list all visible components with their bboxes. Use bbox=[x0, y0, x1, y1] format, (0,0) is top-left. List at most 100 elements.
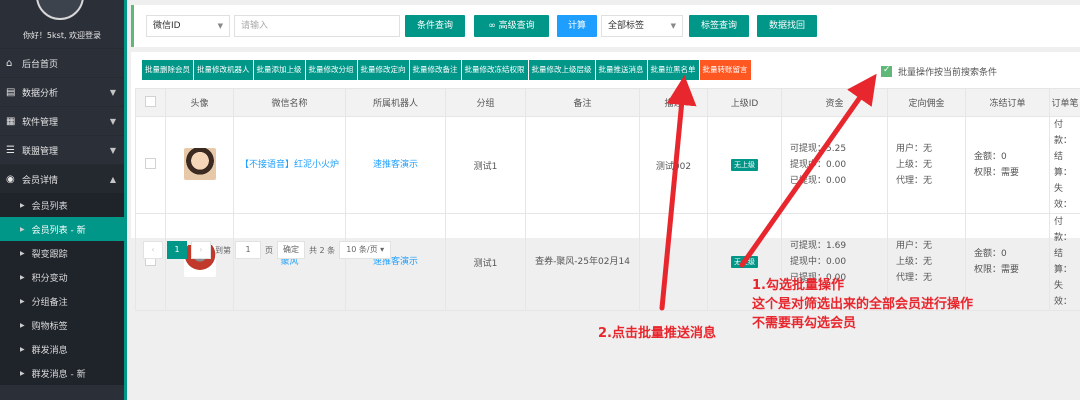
page-number-input[interactable]: 1 bbox=[235, 241, 261, 259]
nav-item-alliance[interactable]: ☰ 联盟管理 ▼ bbox=[0, 135, 124, 164]
list-icon: ☰ bbox=[6, 144, 15, 156]
batch-add-parent-button[interactable]: 批量添加上级 bbox=[253, 60, 305, 80]
nav-item-members[interactable]: ◉ 会员详情 ▲ bbox=[0, 164, 124, 193]
table-header-row: 头像 微信名称 所属机器人 分组 备注 描述 上级ID 资金 定向佣金 冻结订单… bbox=[135, 88, 1080, 117]
tag-query-button[interactable]: 标签查询 bbox=[689, 15, 749, 37]
calc-button[interactable]: 计算 bbox=[557, 15, 597, 37]
batch-blacklist-button[interactable]: 批量拉黑名单 bbox=[647, 60, 699, 80]
row-checkbox-cell[interactable] bbox=[135, 213, 166, 311]
sidebar-item-mass-message[interactable]: ▶ 群发消息 bbox=[0, 337, 124, 361]
batch-toolbar: 批量删除会员 批量修改机器人 批量添加上级 批量修改分组 批量修改定向 批量修改… bbox=[142, 60, 752, 80]
home-icon: ⌂ bbox=[6, 57, 13, 69]
search-panel: 微信ID ▼ 请输入 条件查询 ∞ 高级查询 计算 全部标签 ▼ 标签查询 数据找回 bbox=[131, 5, 1080, 47]
advanced-query-button[interactable]: ∞ 高级查询 bbox=[474, 15, 549, 37]
page-unit-label: 页 bbox=[265, 245, 273, 255]
orders-settled: 结算： bbox=[1054, 152, 1073, 178]
robot-link[interactable]: 速推客演示 bbox=[373, 160, 418, 170]
commission-parent: 上级：无 bbox=[896, 160, 933, 170]
desc-cell: 测试002 bbox=[639, 116, 708, 214]
sidebar-item-fission[interactable]: ▶ 裂变跟踪 bbox=[0, 241, 124, 265]
fund-available: 可提现：5.25 bbox=[790, 144, 847, 154]
sidebar-item-member-list[interactable]: ▶ 会员列表 bbox=[0, 193, 124, 217]
button-label: 高级查询 bbox=[498, 21, 535, 31]
group-cell: 测试1 bbox=[445, 213, 526, 311]
batch-group-button[interactable]: 批量修改分组 bbox=[305, 60, 357, 80]
name-cell: 聚风 bbox=[233, 213, 346, 311]
sidebar-item-group-remark[interactable]: ▶ 分组备注 bbox=[0, 289, 124, 313]
current-page-button[interactable]: 1 bbox=[167, 241, 187, 259]
orders-paid: 付款： bbox=[1054, 120, 1073, 146]
batch-by-search-checkbox[interactable] bbox=[881, 65, 892, 77]
column-header: 定向佣金 bbox=[887, 88, 966, 117]
chevron-down-icon: ▼ bbox=[670, 22, 676, 30]
nav-label: 软件管理 bbox=[22, 117, 59, 128]
sub-label: 群发消息 bbox=[31, 345, 68, 356]
triangle-right-icon: ▶ bbox=[20, 201, 25, 209]
nav-label: 数据分析 bbox=[22, 88, 59, 99]
sub-label: 购物标签 bbox=[31, 321, 68, 332]
sidebar-item-points[interactable]: ▶ 积分变动 bbox=[0, 265, 124, 289]
condition-query-button[interactable]: 条件查询 bbox=[405, 15, 465, 37]
nav-item-software[interactable]: ▦ 软件管理 ▼ bbox=[0, 106, 124, 135]
sidebar: 你好！5kst, 欢迎登录 ⌂ 后台首页 ▤ 数据分析 ▼ ▦ 软件管理 ▼ ☰… bbox=[0, 0, 124, 400]
batch-transfer-message-button[interactable]: 批量转账留言 bbox=[699, 60, 751, 80]
avatar bbox=[36, 0, 84, 20]
fund-cell: 可提现：5.25 提现中：0.00 已提现：0.00 bbox=[781, 116, 888, 214]
triangle-right-icon: ▶ bbox=[20, 321, 25, 329]
column-header: 订单笔 bbox=[1049, 88, 1080, 117]
desc-cell bbox=[639, 213, 708, 311]
sub-label: 分组备注 bbox=[31, 297, 68, 308]
nav-item-home[interactable]: ⌂ 后台首页 bbox=[0, 48, 124, 77]
sidebar-item-mass-message-new[interactable]: ▶ 群发消息 - 新 bbox=[0, 361, 124, 385]
nav-item-analytics[interactable]: ▤ 数据分析 ▼ bbox=[0, 77, 124, 106]
member-avatar bbox=[183, 147, 216, 180]
triangle-right-icon: ▶ bbox=[20, 273, 25, 281]
chevron-down-icon: ▼ bbox=[217, 22, 223, 30]
name-cell: 【不接语音】红泥小火炉 bbox=[233, 116, 346, 214]
next-page-button[interactable]: › bbox=[191, 241, 211, 259]
batch-robot-button[interactable]: 批量修改机器人 bbox=[194, 60, 253, 80]
sidebar-item-shopping-tag[interactable]: ▶ 购物标签 bbox=[0, 313, 124, 337]
column-header: 资金 bbox=[781, 88, 888, 117]
column-header: 冻结订单 bbox=[965, 88, 1050, 117]
column-header: 头像 bbox=[165, 88, 234, 117]
row-checkbox-cell[interactable] bbox=[135, 116, 166, 214]
column-header: 备注 bbox=[525, 88, 640, 117]
chevron-down-icon: ▼ bbox=[109, 87, 116, 97]
field-select[interactable]: 微信ID ▼ bbox=[146, 15, 230, 37]
header-checkbox-cell[interactable] bbox=[135, 88, 166, 117]
frozen-cell: 金额：0 权限：需要 bbox=[965, 116, 1050, 214]
data-recover-button[interactable]: 数据找回 bbox=[757, 15, 817, 37]
batch-direct-button[interactable]: 批量修改定向 bbox=[357, 60, 409, 80]
table-row: 【不接语音】红泥小火炉 速推客演示 测试1 测试002 无上级 可提现：5.25… bbox=[135, 116, 1080, 214]
batch-remark-button[interactable]: 批量修改备注 bbox=[409, 60, 461, 80]
orders-cell: 付款： 结算： 失效： bbox=[1049, 116, 1080, 214]
select-all-checkbox[interactable] bbox=[145, 95, 156, 107]
batch-delete-button[interactable]: 批量删除会员 bbox=[142, 60, 193, 80]
goto-confirm-button[interactable]: 确定 bbox=[277, 241, 305, 259]
commission-agent: 代理：无 bbox=[896, 176, 933, 186]
column-header: 分组 bbox=[445, 88, 526, 117]
frozen-permission: 权限：需要 bbox=[974, 168, 1020, 178]
orders-cell: 付款： 结算： 失效： bbox=[1049, 213, 1080, 311]
page-size-select[interactable]: 10 条/页 ▾ bbox=[339, 241, 392, 259]
annotation-line: 这个是对筛选出来的全部会员进行操作 bbox=[752, 297, 974, 312]
batch-by-search-option[interactable]: 批量操作按当前搜索条件 bbox=[881, 65, 997, 78]
batch-parent-level-button[interactable]: 批量修改上级层级 bbox=[528, 60, 595, 80]
frozen-cell: 金额：0 权限：需要 bbox=[965, 213, 1050, 311]
tag-select[interactable]: 全部标签 ▼ bbox=[601, 15, 683, 37]
search-input[interactable]: 请输入 bbox=[234, 15, 400, 37]
remark-cell: 查券-聚风-25年02月14 bbox=[525, 213, 640, 311]
sub-label: 会员列表 bbox=[31, 201, 68, 212]
remark-cell bbox=[525, 116, 640, 214]
avatar-cell bbox=[165, 116, 234, 214]
batch-push-message-button[interactable]: 批量推送消息 bbox=[595, 60, 647, 80]
sidebar-item-member-list-new[interactable]: ▶ 会员列表 - 新 bbox=[0, 217, 124, 241]
batch-freeze-button[interactable]: 批量修改冻结权限 bbox=[461, 60, 528, 80]
avatar-cell bbox=[165, 213, 234, 311]
chevron-down-icon: ▼ bbox=[109, 145, 116, 155]
chevron-down-icon: ▾ bbox=[380, 245, 385, 254]
member-name-link[interactable]: 【不接语音】红泥小火炉 bbox=[240, 160, 339, 170]
prev-page-button[interactable]: ‹ bbox=[143, 241, 163, 259]
row-checkbox[interactable] bbox=[145, 158, 156, 169]
